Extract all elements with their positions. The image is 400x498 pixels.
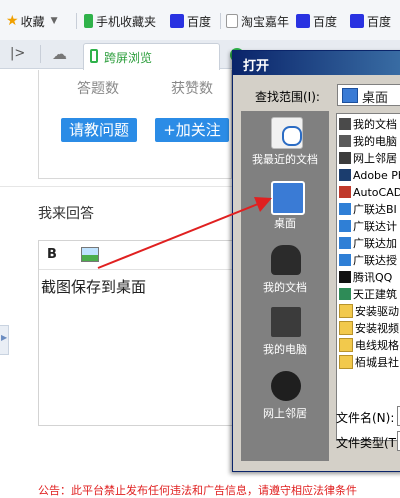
annotation-arrow [97,197,272,269]
